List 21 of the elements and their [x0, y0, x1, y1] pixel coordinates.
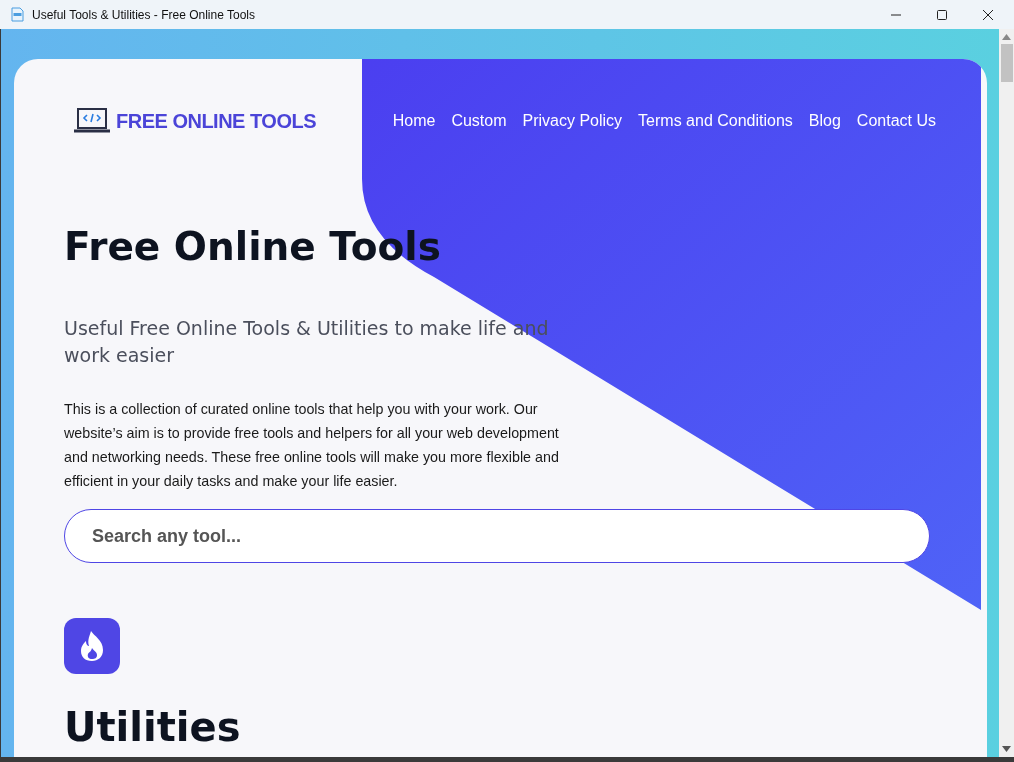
site-logo-text[interactable]: FREE ONLINE TOOLS [116, 109, 317, 133]
nav-link[interactable]: Home [392, 112, 436, 130]
scrollbar[interactable] [999, 29, 1014, 757]
hero-subtitle: Useful Free Online Tools & Utilities to make life and work easier [64, 316, 550, 368]
nav-link[interactable]: Privacy Policy [522, 112, 623, 130]
section-heading: Utilities [64, 704, 242, 750]
nav-link[interactable]: Contact Us [856, 112, 936, 130]
close-icon[interactable] [982, 8, 994, 21]
hero-description: This is a collection of curated online tools that help you with your work. Our website’s aim is to provide free tools and helpers for all your web development and networking needs. These free online tools will make you more flexible and efficient in your daily tasks and make your life easier. [64, 400, 560, 491]
laptop-code-icon [74, 108, 110, 134]
nav-link[interactable]: Blog [808, 112, 841, 130]
nav-link[interactable]: Custom [451, 112, 507, 130]
scroll-down-icon[interactable] [1002, 746, 1011, 752]
document-icon [11, 7, 24, 22]
scrollbar-thumb[interactable] [1000, 44, 1013, 82]
nav-link[interactable]: Terms and Conditions [638, 112, 793, 130]
search-field[interactable]: Search any tool... [64, 509, 930, 563]
fire-icon [64, 618, 120, 674]
scroll-up-icon[interactable] [1002, 34, 1011, 40]
maximize-icon[interactable] [936, 8, 948, 21]
window-title: Useful Tools & Utilities - Free Online Tools [32, 7, 255, 22]
